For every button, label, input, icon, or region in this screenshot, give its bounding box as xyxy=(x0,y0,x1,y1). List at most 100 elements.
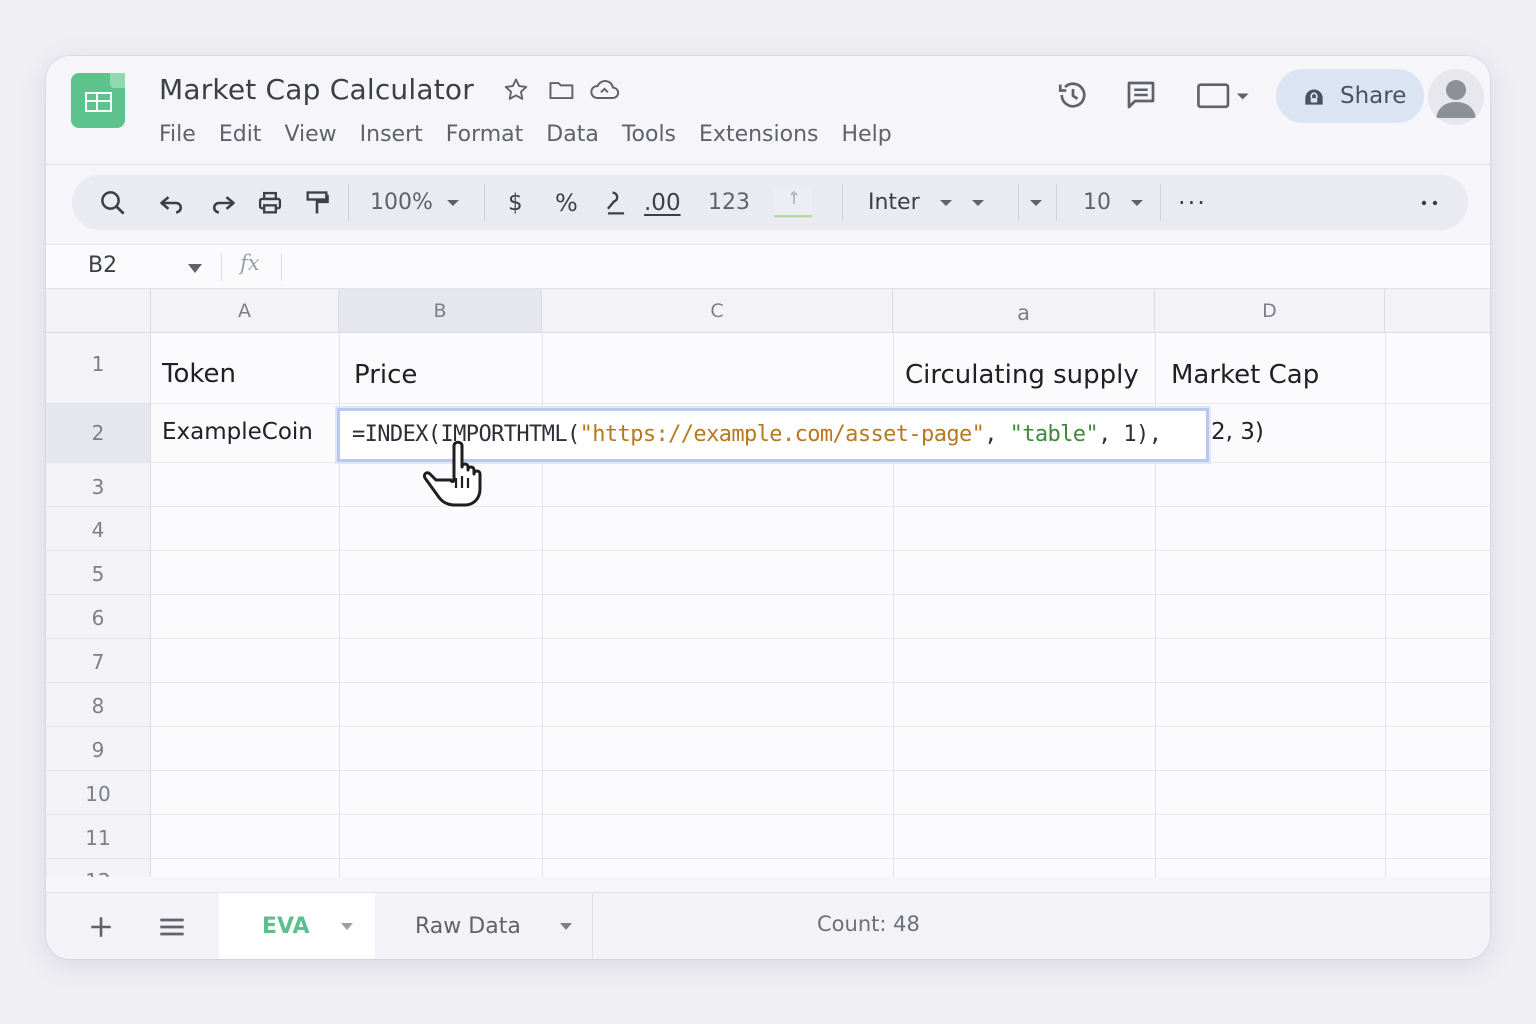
column-header-d[interactable]: D xyxy=(1155,289,1385,333)
menu-view[interactable]: View xyxy=(284,122,336,147)
chevron-down-icon xyxy=(1030,199,1042,206)
row-gridline xyxy=(151,770,1490,771)
redo-icon[interactable] xyxy=(209,175,237,230)
number-format-button[interactable]: 123 xyxy=(708,175,750,230)
row-header-4[interactable]: 4 xyxy=(46,507,151,551)
row-gridline xyxy=(151,726,1490,727)
menu-insert[interactable]: Insert xyxy=(360,122,423,147)
select-all-corner[interactable] xyxy=(46,289,151,333)
star-icon[interactable] xyxy=(502,76,530,104)
account-avatar-icon[interactable] xyxy=(1428,69,1484,125)
font-size-value: 10 xyxy=(1083,190,1111,215)
print-icon[interactable] xyxy=(256,175,284,230)
lock-icon xyxy=(1305,89,1323,105)
sheet-tab-label: EVA xyxy=(262,914,310,939)
menu-edit[interactable]: Edit xyxy=(219,122,262,147)
row-header-10[interactable]: 10 xyxy=(46,771,151,815)
row-header-9[interactable]: 9 xyxy=(46,727,151,771)
cell-grid[interactable]: A B C a D 1 2 3 4 5 6 7 8 9 10 11 12 Tok… xyxy=(46,289,1490,877)
add-sheet-icon[interactable] xyxy=(88,914,114,940)
row-header-12[interactable]: 12 xyxy=(46,859,151,877)
folder-icon[interactable] xyxy=(547,76,577,104)
chevron-down-icon xyxy=(1131,199,1143,206)
all-sheets-menu-icon[interactable] xyxy=(158,915,186,939)
row-header-2[interactable]: 2 xyxy=(46,404,151,463)
more-options-icon[interactable] xyxy=(1420,175,1442,230)
cell-d1[interactable]: Market Cap xyxy=(1171,360,1319,390)
document-title[interactable]: Market Cap Calculator xyxy=(159,73,474,106)
menu-data[interactable]: Data xyxy=(546,122,599,147)
name-box[interactable]: B2 xyxy=(88,253,117,278)
row-header-5[interactable]: 5 xyxy=(46,551,151,595)
comments-icon[interactable] xyxy=(1122,77,1160,113)
share-button[interactable]: Share xyxy=(1276,69,1424,123)
row-header-8[interactable]: 8 xyxy=(46,683,151,727)
cell-b1[interactable]: Price xyxy=(354,360,417,390)
row-header-11[interactable]: 11 xyxy=(46,815,151,859)
toolbar-divider xyxy=(484,184,485,221)
sheet-tab-label: Raw Data xyxy=(415,914,521,939)
formula-divider xyxy=(281,253,282,281)
share-label: Share xyxy=(1340,83,1407,109)
row-header-7[interactable]: 7 xyxy=(46,639,151,683)
row-header-6[interactable]: 6 xyxy=(46,595,151,639)
column-gridline xyxy=(1385,333,1386,877)
undo-icon[interactable] xyxy=(158,175,186,230)
font-options-dropdown[interactable] xyxy=(1030,175,1042,230)
toolbar-divider xyxy=(1056,184,1057,221)
menu-help[interactable]: Help xyxy=(842,122,892,147)
toolbar-divider xyxy=(348,184,349,221)
formula-table-string: "table" xyxy=(1009,422,1099,447)
column-header-a-lower[interactable]: a xyxy=(893,289,1155,333)
sheets-logo-icon[interactable] xyxy=(71,73,125,128)
cell-a2[interactable]: ExampleCoin xyxy=(162,419,313,445)
meet-present-icon[interactable] xyxy=(1194,77,1256,113)
menu-tools[interactable]: Tools xyxy=(622,122,676,147)
font-family-select[interactable]: Inter xyxy=(868,175,984,230)
font-family-value: Inter xyxy=(868,190,920,215)
currency-format-button[interactable]: $ xyxy=(508,175,523,230)
chevron-down-icon[interactable] xyxy=(187,262,203,274)
selection-count[interactable]: Count: 48 xyxy=(817,912,920,936)
menu-extensions[interactable]: Extensions xyxy=(699,122,818,147)
cell-a1-lower[interactable]: Circulating supply xyxy=(905,360,1139,390)
cloud-status-icon[interactable] xyxy=(589,76,621,104)
menu-file[interactable]: File xyxy=(159,122,196,147)
chevron-down-icon[interactable] xyxy=(340,922,354,931)
row-gridline xyxy=(151,550,1490,551)
hand-pointer-cursor-icon xyxy=(423,440,482,507)
chevron-down-icon xyxy=(939,199,952,206)
column-header-c[interactable]: C xyxy=(542,289,893,333)
row-gridline xyxy=(151,814,1490,815)
formula-divider xyxy=(221,253,222,281)
sheet-tab-raw-data[interactable]: Raw Data xyxy=(375,893,593,959)
formula-url-string: "https://example.com/asset-page" xyxy=(579,422,985,447)
row-gridline xyxy=(151,506,1490,507)
paint-format-icon[interactable] xyxy=(304,175,330,230)
zoom-value: 100% xyxy=(370,190,433,215)
toolbar-divider xyxy=(1160,184,1161,221)
column-header-e[interactable] xyxy=(1385,289,1490,333)
font-size-select[interactable]: 10 xyxy=(1083,175,1143,230)
text-color-icon[interactable] xyxy=(772,175,816,230)
zoom-select[interactable]: 100% xyxy=(370,175,459,230)
spreadsheet-window: Market Cap Calculator File Edit View Ins… xyxy=(46,56,1490,959)
increase-decimal-button[interactable]: .00 xyxy=(644,175,681,230)
formula-separator: , xyxy=(984,422,1010,447)
sheet-tab-eva[interactable]: EVA xyxy=(219,893,375,959)
row-header-3[interactable]: 3 xyxy=(46,463,151,507)
row-header-1[interactable]: 1 xyxy=(46,333,151,404)
version-history-icon[interactable] xyxy=(1054,77,1092,113)
chevron-down-icon xyxy=(446,199,459,206)
sheet-bar: EVA Raw Data Count: 48 xyxy=(46,892,1490,959)
decrease-decimal-icon[interactable] xyxy=(603,175,629,230)
column-header-a[interactable]: A xyxy=(151,289,339,333)
function-icon: fx xyxy=(240,251,260,275)
percent-format-button[interactable]: % xyxy=(555,175,578,230)
menu-format[interactable]: Format xyxy=(446,122,524,147)
column-header-b[interactable]: B xyxy=(339,289,542,333)
more-tools-button[interactable]: ··· xyxy=(1178,175,1207,230)
search-menus-icon[interactable] xyxy=(98,175,128,230)
chevron-down-icon[interactable] xyxy=(559,922,573,931)
cell-a1[interactable]: Token xyxy=(162,359,236,389)
